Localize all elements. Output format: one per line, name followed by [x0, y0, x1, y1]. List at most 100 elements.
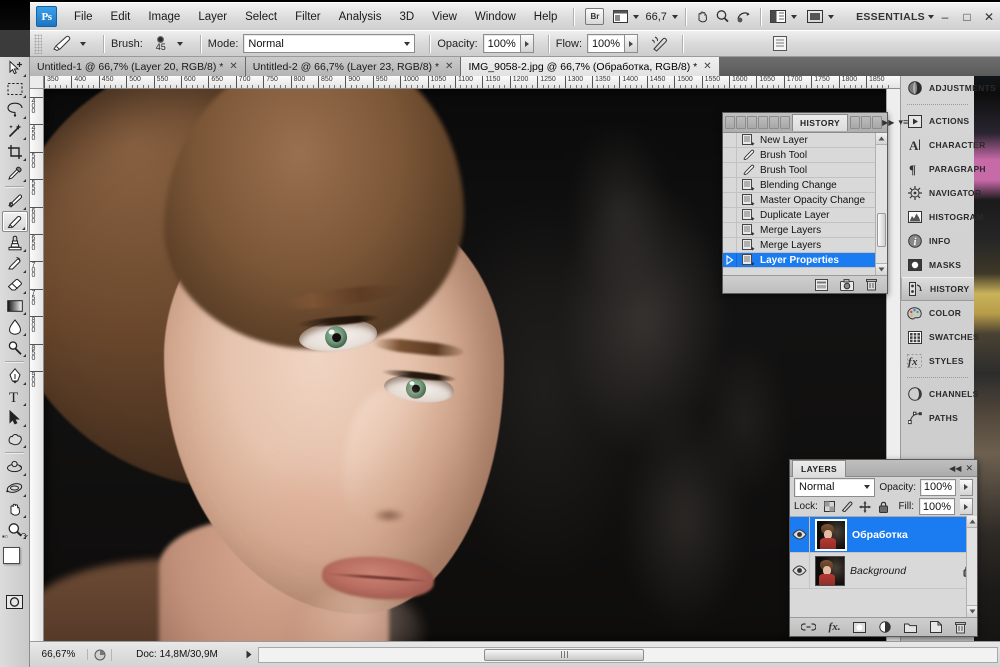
- menu-view[interactable]: View: [423, 8, 466, 26]
- link-layers-icon[interactable]: [801, 622, 816, 632]
- layer-thumbnail[interactable]: [815, 519, 847, 551]
- horizontal-scroll-thumb[interactable]: [484, 649, 644, 661]
- panel-icon[interactable]: [736, 116, 746, 129]
- panel-icon[interactable]: [747, 116, 757, 129]
- menu-edit[interactable]: Edit: [102, 8, 140, 26]
- swap-colors-icon[interactable]: ↷: [20, 531, 28, 542]
- maximize-button[interactable]: □: [956, 7, 978, 27]
- panel-menu-icon[interactable]: ▾≡: [898, 117, 908, 128]
- history-brush-source-slot[interactable]: [723, 208, 737, 222]
- status-zoom-value[interactable]: 66,67%: [30, 649, 88, 660]
- delete-state-icon[interactable]: [866, 278, 877, 291]
- pen-tool[interactable]: [2, 365, 28, 386]
- history-brush-source-slot[interactable]: [723, 163, 737, 177]
- layers-panel[interactable]: LAYERS ◀◀ ✕ Normal Opacity: 100% Lock:: [789, 459, 978, 637]
- collapsed-panel-icons-right[interactable]: [850, 116, 882, 129]
- dock-item-histogram[interactable]: HISTOGRAM: [901, 205, 974, 229]
- history-brush-tool[interactable]: [2, 253, 28, 274]
- dodge-tool[interactable]: [2, 337, 28, 358]
- eyedropper-tool[interactable]: [2, 162, 28, 183]
- history-panel[interactable]: HISTORY ▶▶ ▾≡ New LayerBrush ToolBrush T…: [722, 112, 888, 294]
- layer-blend-chevron-down-icon[interactable]: [864, 485, 870, 489]
- history-state-list[interactable]: New LayerBrush ToolBrush ToolBlending Ch…: [723, 133, 875, 275]
- history-state-row[interactable]: Merge Layers: [723, 238, 875, 253]
- path-selection-tool[interactable]: [2, 407, 28, 428]
- 3d-rotate-tool[interactable]: [2, 456, 28, 477]
- scroll-up-icon[interactable]: [876, 133, 887, 145]
- menu-image[interactable]: Image: [139, 8, 189, 26]
- layer-style-icon[interactable]: fx.: [829, 621, 841, 633]
- vertical-ruler[interactable]: 400450500550600650700750800850900: [30, 89, 44, 641]
- status-preview-icon[interactable]: [88, 649, 112, 661]
- brush-preset-picker-icon[interactable]: [47, 35, 77, 53]
- crop-tool[interactable]: [2, 141, 28, 162]
- view-extras-icon[interactable]: [610, 8, 630, 26]
- new-adjustment-layer-icon[interactable]: [879, 621, 891, 633]
- collapse-panel-icon[interactable]: ▶▶: [882, 118, 894, 127]
- dock-item-history[interactable]: HISTORY: [901, 277, 974, 301]
- layer-list[interactable]: Обработка Background: [790, 516, 977, 617]
- minimize-button[interactable]: –: [934, 7, 956, 27]
- photoshop-logo-icon[interactable]: Ps: [36, 6, 57, 27]
- history-brush-source-slot[interactable]: [723, 238, 737, 252]
- opacity-stepper[interactable]: [521, 34, 534, 53]
- history-brush-source-slot[interactable]: [723, 223, 737, 237]
- panel-icon[interactable]: [769, 116, 779, 129]
- dock-item-masks[interactable]: MASKS: [901, 253, 974, 277]
- collapse-to-icons-icon[interactable]: ◀◀: [949, 464, 961, 473]
- eraser-tool[interactable]: [2, 274, 28, 295]
- menu-help[interactable]: Help: [525, 8, 567, 26]
- lock-all-icon[interactable]: [877, 500, 890, 513]
- foreground-color-swatch[interactable]: [3, 547, 20, 564]
- layer-opacity-stepper[interactable]: [960, 479, 973, 496]
- color-swatches[interactable]: ▪▫↷: [0, 545, 30, 579]
- dock-item-channels[interactable]: CHANNELS: [901, 382, 974, 406]
- layers-scrollbar[interactable]: [966, 516, 977, 617]
- tab-layers[interactable]: LAYERS: [792, 460, 846, 477]
- create-document-from-state-icon[interactable]: [815, 279, 828, 291]
- document-tab-untitled-1[interactable]: Untitled-1 @ 66,7% (Layer 20, RGB/8) * ✕: [30, 57, 246, 76]
- dock-item-adjustments[interactable]: ADJUSTMENTS: [901, 76, 974, 100]
- lock-position-icon[interactable]: [859, 500, 872, 513]
- layer-row[interactable]: Обработка: [790, 517, 977, 553]
- zoom-tool-icon[interactable]: [713, 8, 733, 26]
- view-extras-chevron-down-icon[interactable]: [633, 15, 639, 19]
- options-bar-gripper[interactable]: [34, 34, 42, 54]
- brush-preview[interactable]: 45: [148, 33, 174, 55]
- dock-item-color[interactable]: COLOR: [901, 301, 974, 325]
- layer-name[interactable]: Background: [850, 565, 906, 577]
- add-layer-mask-icon[interactable]: [853, 622, 866, 633]
- screen-mode-chevron-down-icon[interactable]: [828, 15, 834, 19]
- history-brush-source-slot[interactable]: [723, 253, 737, 267]
- brush-picker-chevron-down-icon[interactable]: [177, 42, 183, 46]
- horizontal-ruler[interactable]: 3504004505005506006507007508008509009501…: [44, 76, 900, 89]
- custom-shape-tool[interactable]: [2, 428, 28, 449]
- panel-icon[interactable]: [758, 116, 768, 129]
- history-state-row[interactable]: Master Opacity Change: [723, 193, 875, 208]
- workspace-switcher[interactable]: ESSENTIALS: [856, 11, 934, 23]
- scroll-down-icon[interactable]: [967, 605, 977, 617]
- panel-icon[interactable]: [725, 116, 735, 129]
- layer-name[interactable]: Обработка: [852, 529, 908, 541]
- dock-item-character[interactable]: ACHARACTER: [901, 133, 974, 157]
- scroll-down-icon[interactable]: [876, 263, 887, 275]
- document-tab-untitled-2[interactable]: Untitled-2 @ 66,7% (Layer 23, RGB/8) * ✕: [246, 57, 462, 76]
- layer-fill-stepper[interactable]: [960, 498, 973, 515]
- history-brush-source-slot[interactable]: [723, 193, 737, 207]
- status-info-chevron-icon[interactable]: [242, 650, 256, 659]
- layer-thumbnail[interactable]: [815, 556, 845, 586]
- menu-select[interactable]: Select: [236, 8, 286, 26]
- menu-layer[interactable]: Layer: [189, 8, 236, 26]
- history-brush-source-slot[interactable]: [723, 148, 737, 162]
- tool-presets-palette-icon[interactable]: [770, 35, 790, 53]
- layer-opacity-input[interactable]: 100%: [920, 479, 956, 496]
- history-state-row[interactable]: Blending Change: [723, 178, 875, 193]
- layer-visibility-toggle[interactable]: [790, 553, 810, 588]
- history-scroll-thumb[interactable]: [877, 213, 886, 247]
- close-panel-icon[interactable]: ✕: [965, 463, 973, 474]
- tab-history[interactable]: HISTORY: [792, 114, 848, 131]
- history-state-row[interactable]: Duplicate Layer: [723, 208, 875, 223]
- 3d-orbit-tool[interactable]: [2, 477, 28, 498]
- magic-wand-tool[interactable]: [2, 120, 28, 141]
- tools-panel[interactable]: T▪▫↷: [0, 57, 30, 667]
